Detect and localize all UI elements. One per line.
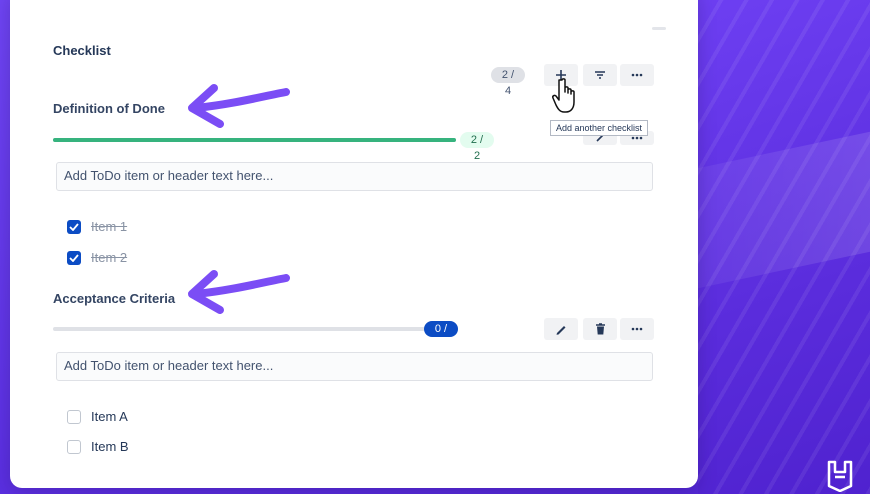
more-section-2-button[interactable] bbox=[620, 318, 654, 340]
section-title-acceptance-criteria: Acceptance Criteria bbox=[53, 291, 176, 306]
card-handle bbox=[652, 27, 666, 30]
list-item[interactable]: Item B bbox=[67, 439, 129, 454]
item-label: Item 1 bbox=[91, 219, 128, 234]
checkmark-icon bbox=[69, 253, 79, 262]
trash-icon bbox=[595, 323, 605, 335]
arrow-annotation-icon bbox=[188, 84, 290, 128]
more-icon bbox=[631, 327, 643, 331]
background-left bbox=[0, 0, 10, 494]
checkbox[interactable] bbox=[67, 409, 81, 424]
pencil-icon bbox=[556, 326, 566, 335]
more-options-button[interactable] bbox=[620, 64, 654, 86]
filter-button[interactable] bbox=[583, 64, 617, 86]
checkbox[interactable] bbox=[67, 250, 81, 265]
hand-cursor-icon bbox=[552, 78, 575, 113]
delete-section-2-button[interactable] bbox=[583, 318, 617, 340]
list-item[interactable]: Item 2 bbox=[67, 250, 127, 265]
overall-counter-badge: 2 / 4 bbox=[491, 67, 525, 97]
brand-logo-icon bbox=[827, 460, 853, 492]
section-1-counter-badge: 2 / 2 bbox=[460, 132, 494, 162]
list-item[interactable]: Item A bbox=[67, 409, 128, 424]
edit-section-2-button[interactable] bbox=[544, 318, 578, 340]
progress-bar-section-2 bbox=[53, 327, 425, 331]
add-todo-input-section-1[interactable]: Add ToDo item or header text here... bbox=[56, 162, 653, 191]
progress-bar-section-1 bbox=[53, 138, 456, 142]
checkbox[interactable] bbox=[67, 439, 81, 454]
progress-fill-section-1 bbox=[53, 138, 456, 142]
checkmark-icon bbox=[69, 222, 79, 231]
list-item[interactable]: Item 1 bbox=[67, 219, 127, 234]
more-icon bbox=[631, 73, 643, 77]
checkbox[interactable] bbox=[67, 219, 81, 234]
checklist-heading: Checklist bbox=[53, 43, 111, 58]
section-2-counter-badge: 0 / 2 bbox=[424, 321, 458, 351]
filter-icon bbox=[595, 71, 605, 79]
add-checklist-tooltip: Add another checklist bbox=[550, 120, 649, 136]
section-title-definition-of-done: Definition of Done bbox=[53, 101, 165, 116]
arrow-annotation-icon bbox=[188, 270, 290, 314]
item-label: Item A bbox=[91, 409, 128, 424]
add-todo-input-section-2[interactable]: Add ToDo item or header text here... bbox=[56, 352, 653, 381]
more-icon bbox=[631, 136, 643, 140]
item-label: Item B bbox=[91, 439, 129, 454]
item-label: Item 2 bbox=[91, 250, 128, 265]
